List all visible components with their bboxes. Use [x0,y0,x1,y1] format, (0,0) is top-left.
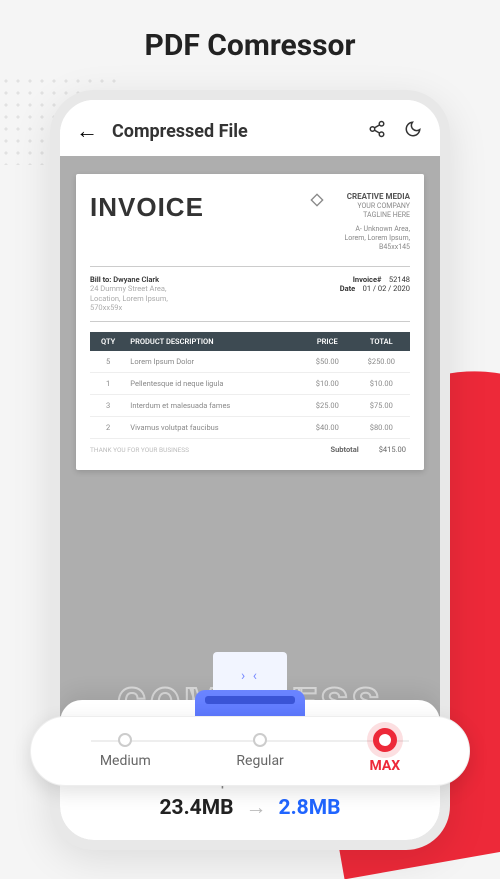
invoice-heading: INVOICE [90,192,204,223]
subtotal-label: Subtotal [330,445,358,454]
level-dot [373,728,397,752]
invoice-document: INVOICE CREATIVE MEDIA YOUR COMPANY TAGL… [76,174,424,470]
bill-info-row: Bill to: Dwyane Clark 24 Dummy Street Ar… [90,266,410,322]
thank-you-text: THANK YOU FOR YOUR BUSINESS [90,442,189,458]
app-topbar: ← Compressed File [60,100,440,156]
level-label: Medium [100,753,151,769]
level-dot [118,733,132,747]
back-icon[interactable]: ← [76,118,98,144]
invoice-date-label: Date [340,284,355,293]
dark-mode-icon[interactable] [402,120,424,143]
level-dot [253,733,267,747]
brand-logo-icon [309,192,325,208]
invoice-table: QTY PRODUCT DESCRIPTION PRICE TOTAL 5Lor… [90,332,410,439]
level-label: MAX [369,758,400,774]
level-medium[interactable]: Medium [100,733,151,769]
invoice-no-label: Invoice# [353,275,382,284]
page-title: PDF Comressor [0,0,500,63]
brand-addr-1: A- Unknown Area, [309,225,410,234]
bill-addr-1: 24 Dummy Street Area, [90,284,168,294]
col-desc: PRODUCT DESCRIPTION [126,332,302,351]
level-regular[interactable]: Regular [236,733,283,769]
brand-block: CREATIVE MEDIA YOUR COMPANY TAGLINE HERE… [309,192,410,252]
bill-addr-2: Location, Lorem Ipsum, [90,294,168,304]
subtotal-value: $415.00 [379,445,406,454]
table-row: 3Interdum et malesuada fames$25.00$75.00 [90,395,410,417]
bill-to-name: Dwyane Clark [113,275,159,284]
bill-to-label: Bill to: [90,275,111,284]
col-price: PRICE [302,332,353,351]
table-row: 1Pellentesque id neque ligula$10.00$10.0… [90,373,410,395]
table-row: 5Lorem Ipsum Dolor$50.00$250.00 [90,351,410,373]
bill-addr-3: 570xx59x [90,303,168,313]
table-row: 2Vivamus volutpat faucibus$40.00$80.00 [90,417,410,439]
invoice-no: 52148 [389,275,410,284]
share-icon[interactable] [366,120,388,143]
brand-addr-2: Lorem, Lorem Ipsum, [309,234,410,243]
brand-addr-3: B45xx145 [309,243,410,252]
topbar-title: Compressed File [112,121,352,142]
level-label: Regular [236,753,283,769]
col-total: TOTAL [353,332,410,351]
level-max[interactable]: MAX [369,728,400,774]
col-qty: QTY [90,332,126,351]
invoice-date: 01 / 02 / 2020 [363,284,410,293]
compression-level-selector: Medium Regular MAX [30,716,470,786]
